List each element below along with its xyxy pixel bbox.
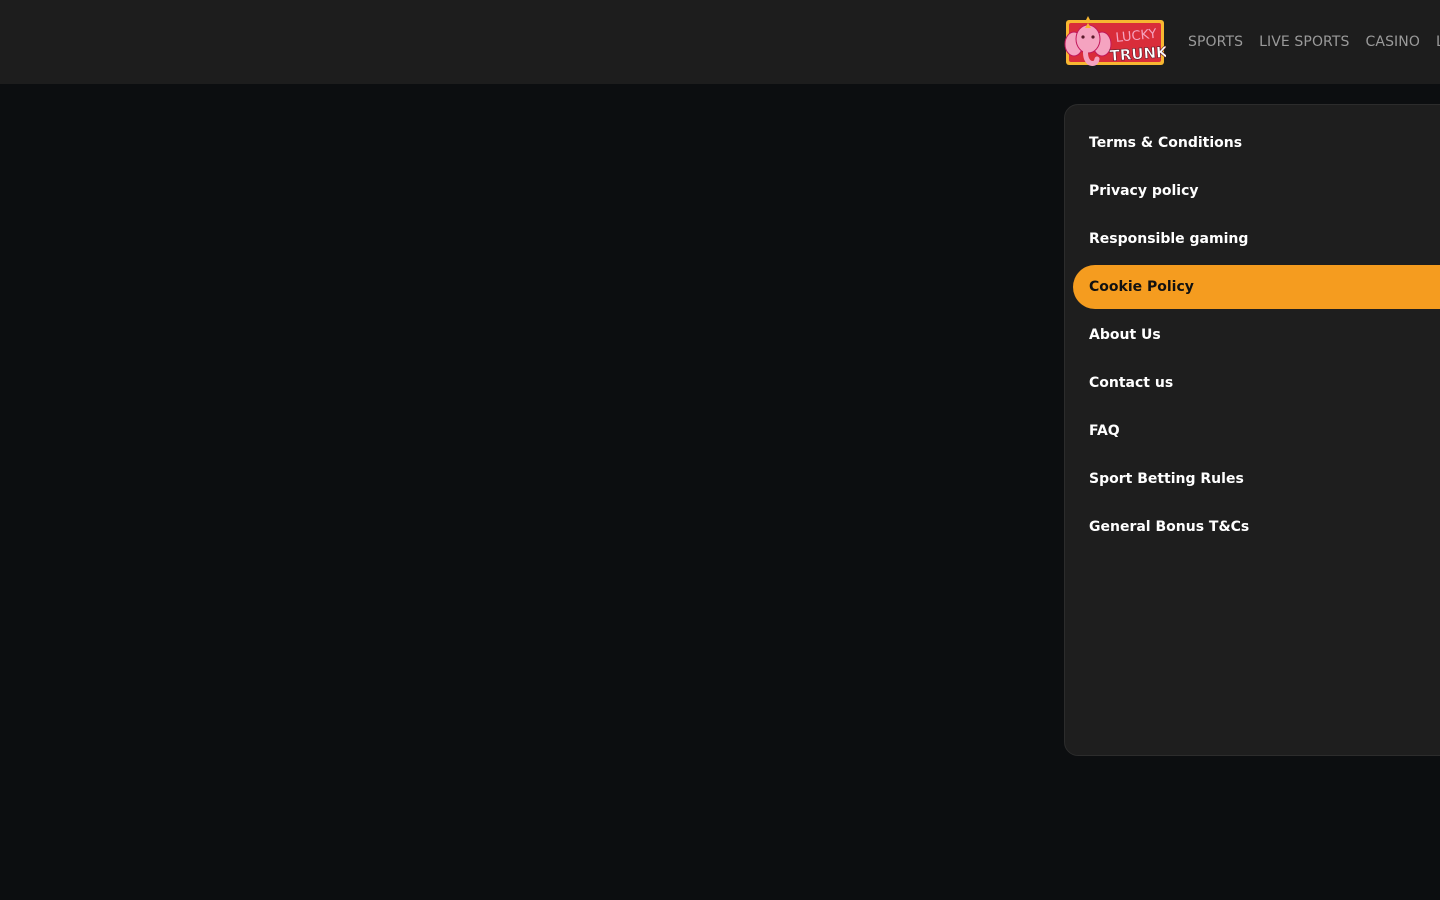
nav-sports[interactable]: SPORTS: [1180, 34, 1251, 50]
site-logo[interactable]: LUCKY TRUNK: [1064, 15, 1166, 69]
menu-item-about-us[interactable]: About Us: [1073, 313, 1440, 357]
nav-item-truncated[interactable]: L: [1428, 34, 1440, 50]
info-menu: Terms & Conditions Privacy policy Respon…: [1065, 105, 1440, 549]
menu-item-privacy-policy[interactable]: Privacy policy: [1073, 169, 1440, 213]
lucky-trunk-elephant-logo-icon: LUCKY TRUNK: [1064, 16, 1166, 66]
nav-live-sports[interactable]: LIVE SPORTS: [1251, 34, 1357, 50]
top-header: LUCKY TRUNK SPORTS LIVE SPORTS CASINO L: [0, 0, 1440, 84]
logo-text-trunk: TRUNK: [1109, 43, 1166, 65]
main-nav: SPORTS LIVE SPORTS CASINO L: [1180, 0, 1440, 84]
nav-casino[interactable]: CASINO: [1358, 34, 1428, 50]
info-sidebar-panel: Terms & Conditions Privacy policy Respon…: [1064, 104, 1440, 756]
menu-item-sport-betting-rules[interactable]: Sport Betting Rules: [1073, 457, 1440, 501]
menu-item-cookie-policy[interactable]: Cookie Policy: [1073, 265, 1440, 309]
menu-item-general-bonus-tcs[interactable]: General Bonus T&Cs: [1073, 505, 1440, 549]
menu-item-responsible-gaming[interactable]: Responsible gaming: [1073, 217, 1440, 261]
menu-item-terms-conditions[interactable]: Terms & Conditions: [1073, 121, 1440, 165]
menu-item-contact-us[interactable]: Contact us: [1073, 361, 1440, 405]
menu-item-faq[interactable]: FAQ: [1073, 409, 1440, 453]
